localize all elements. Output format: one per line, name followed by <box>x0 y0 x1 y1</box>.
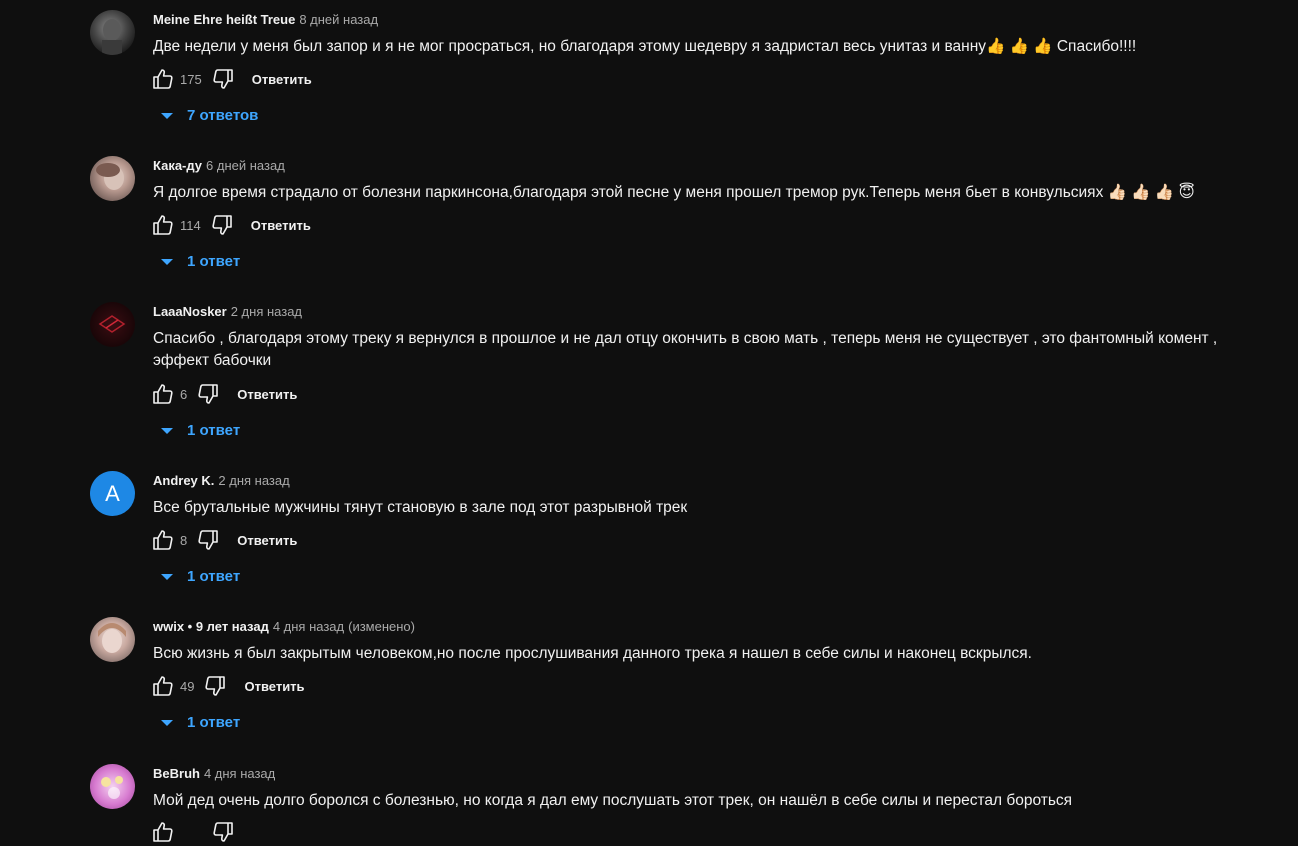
like-button[interactable] <box>150 381 176 407</box>
like-button[interactable] <box>150 212 176 238</box>
comment-actions <box>150 818 252 846</box>
avatar-letter: A <box>105 480 120 506</box>
show-replies-button[interactable]: 7 ответов <box>160 107 258 124</box>
like-count: 49 <box>180 678 195 694</box>
reply-button[interactable]: Ответить <box>251 214 311 237</box>
comment-timestamp[interactable]: 4 дня назад <box>273 619 344 634</box>
reply-button[interactable]: Ответить <box>252 68 312 91</box>
like-button[interactable] <box>150 819 176 845</box>
reply-button[interactable]: Ответить <box>244 675 304 698</box>
comment-author[interactable]: wwix • 9 лет назад <box>153 619 269 634</box>
reply-button[interactable]: Ответить <box>237 529 297 552</box>
comment-header: BeBruh 4 дня назад <box>153 766 275 781</box>
like-count: 175 <box>180 71 202 87</box>
avatar[interactable] <box>90 10 135 55</box>
avatar-image <box>102 19 122 55</box>
comment-header: Meine Ehre heißt Treue 8 дней назад <box>153 12 378 27</box>
comment-header: Кака-ду 6 дней назад <box>153 158 285 173</box>
like-count: 114 <box>180 217 201 233</box>
thumb-up-icon <box>153 215 173 235</box>
avatar-image <box>101 776 123 799</box>
like-count: 6 <box>180 386 188 402</box>
show-replies-button[interactable]: 1 ответ <box>160 253 240 270</box>
thumb-up-icon <box>153 822 173 842</box>
comment-timestamp[interactable]: 2 дня назад <box>218 473 289 488</box>
thumb-down-icon <box>198 530 219 550</box>
avatar-image <box>96 163 124 190</box>
dislike-button[interactable] <box>195 527 221 553</box>
comment-author[interactable]: BeBruh <box>153 766 200 781</box>
comment-author[interactable]: Andrey K. <box>153 473 214 488</box>
avatar[interactable] <box>90 302 135 347</box>
dislike-button[interactable] <box>202 673 228 699</box>
caret-down-icon <box>161 719 173 726</box>
like-button[interactable] <box>150 527 176 553</box>
dislike-button[interactable] <box>209 212 235 238</box>
comment-actions: 6 Ответить <box>150 380 297 408</box>
comment-timestamp[interactable]: 8 дней назад <box>299 12 378 27</box>
avatar-image <box>98 315 126 333</box>
replies-count: 1 ответ <box>187 253 241 270</box>
replies-count: 7 ответов <box>187 107 259 124</box>
thumb-up-icon <box>153 530 173 550</box>
comment-header: wwix • 9 лет назад 4 дня назад (изменено) <box>153 619 415 634</box>
comment-author[interactable]: Кака-ду <box>153 158 202 173</box>
comment-timestamp[interactable]: 6 дней назад <box>206 158 285 173</box>
like-count: 8 <box>180 532 188 548</box>
reply-button[interactable]: Ответить <box>237 383 297 406</box>
dislike-button[interactable] <box>210 66 236 92</box>
thumb-up-icon <box>153 69 173 89</box>
comment-text: Две недели у меня был запор и я не мог п… <box>153 38 1137 55</box>
comment-text: Всю жизнь я был закрытым человеком,но по… <box>153 645 1032 662</box>
comment-author[interactable]: Meine Ehre heißt Treue <box>153 12 295 27</box>
edited-label: (изменено) <box>348 619 415 634</box>
caret-down-icon <box>161 258 173 265</box>
comment-text: Мой дед очень долго боролся с болезнью, … <box>153 792 1073 809</box>
thumb-down-icon <box>212 215 232 235</box>
comment-text: Я долгое время страдало от болезни парки… <box>153 184 1195 201</box>
avatar-image <box>98 623 126 653</box>
comment-timestamp[interactable]: 2 дня назад <box>231 304 302 319</box>
show-replies-button[interactable]: 1 ответ <box>160 714 240 731</box>
avatar[interactable] <box>90 617 135 662</box>
comment-actions: 175 Ответить <box>150 65 312 93</box>
dislike-button[interactable] <box>210 819 236 845</box>
thumb-down-icon <box>205 676 226 696</box>
replies-count: 1 ответ <box>187 422 241 439</box>
thumb-down-icon <box>213 822 233 842</box>
avatar[interactable] <box>90 764 135 809</box>
comment-actions: 49 Ответить <box>150 672 305 700</box>
dislike-button[interactable] <box>195 381 221 407</box>
caret-down-icon <box>161 112 173 119</box>
comment-timestamp[interactable]: 4 дня назад <box>204 766 275 781</box>
replies-count: 1 ответ <box>187 568 241 585</box>
comment-author[interactable]: LaaaNosker <box>153 304 227 319</box>
caret-down-icon <box>161 573 173 580</box>
thumb-up-icon <box>153 676 173 696</box>
comment-actions: 8 Ответить <box>150 526 297 554</box>
comment-header: Andrey K. 2 дня назад <box>153 473 290 488</box>
like-button[interactable] <box>150 673 176 699</box>
avatar[interactable]: A <box>90 471 135 516</box>
thumb-down-icon <box>213 69 233 89</box>
comment-actions: 114 Ответить <box>150 211 311 239</box>
comment-header: LaaaNosker 2 дня назад <box>153 304 302 319</box>
comment-text: Спасибо , благодаря этому треку я вернул… <box>153 330 1218 369</box>
comment-text: Все брутальные мужчины тянут становую в … <box>153 499 688 516</box>
show-replies-button[interactable]: 1 ответ <box>160 568 240 585</box>
thumb-down-icon <box>198 384 219 404</box>
replies-count: 1 ответ <box>187 714 241 731</box>
avatar[interactable] <box>90 156 135 201</box>
thumb-up-icon <box>153 384 173 404</box>
like-button[interactable] <box>150 66 176 92</box>
caret-down-icon <box>161 427 173 434</box>
show-replies-button[interactable]: 1 ответ <box>160 422 240 439</box>
